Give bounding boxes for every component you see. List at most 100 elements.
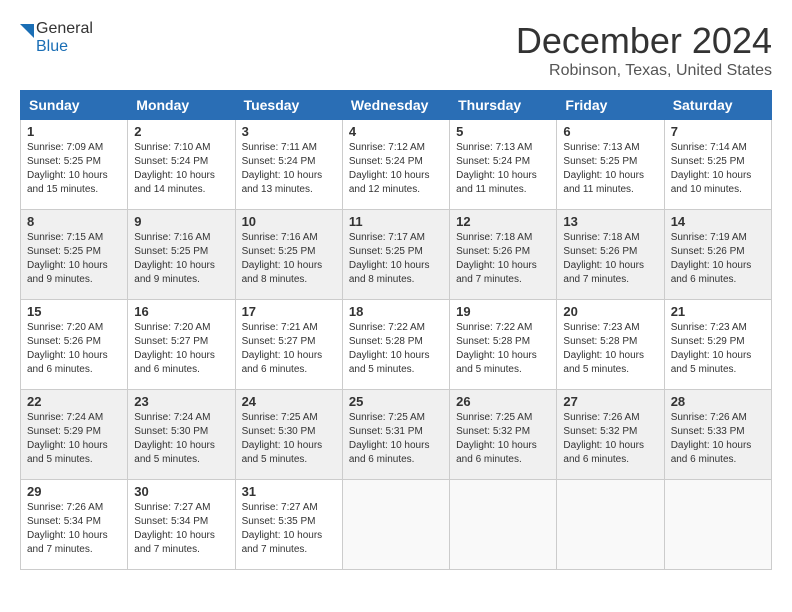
day-info: Sunrise: 7:14 AM Sunset: 5:25 PM Dayligh… <box>671 141 765 197</box>
calendar-day-23: 23 Sunrise: 7:24 AM Sunset: 5:30 PM Dayli… <box>128 390 235 480</box>
calendar-day-3: 3 Sunrise: 7:11 AM Sunset: 5:24 PM Daylig… <box>235 120 342 210</box>
calendar-day-12: 12 Sunrise: 7:18 AM Sunset: 5:26 PM Dayli… <box>450 210 557 300</box>
day-header-thursday: Thursday <box>450 91 557 120</box>
day-info: Sunrise: 7:16 AM Sunset: 5:25 PM Dayligh… <box>242 231 336 287</box>
calendar-day-4: 4 Sunrise: 7:12 AM Sunset: 5:24 PM Daylig… <box>342 120 449 210</box>
page-header: GeneralBlue December 2024 Robinson, Texa… <box>20 20 772 80</box>
day-number: 18 <box>349 304 443 319</box>
day-number: 25 <box>349 394 443 409</box>
day-header-friday: Friday <box>557 91 664 120</box>
day-number: 21 <box>671 304 765 319</box>
calendar-day-6: 6 Sunrise: 7:13 AM Sunset: 5:25 PM Daylig… <box>557 120 664 210</box>
day-info: Sunrise: 7:12 AM Sunset: 5:24 PM Dayligh… <box>349 141 443 197</box>
day-number: 30 <box>134 484 228 499</box>
day-header-saturday: Saturday <box>664 91 771 120</box>
day-info: Sunrise: 7:13 AM Sunset: 5:25 PM Dayligh… <box>563 141 657 197</box>
day-number: 8 <box>27 214 121 229</box>
day-number: 12 <box>456 214 550 229</box>
day-info: Sunrise: 7:24 AM Sunset: 5:29 PM Dayligh… <box>27 411 121 467</box>
day-info: Sunrise: 7:25 AM Sunset: 5:31 PM Dayligh… <box>349 411 443 467</box>
day-number: 20 <box>563 304 657 319</box>
title-section: December 2024 Robinson, Texas, United St… <box>516 20 772 80</box>
calendar-day-18: 18Sunrise: 7:22 AM Sunset: 5:28 PM Dayli… <box>342 300 449 390</box>
day-header-wednesday: Wednesday <box>342 91 449 120</box>
calendar-day-10: 10 Sunrise: 7:16 AM Sunset: 5:25 PM Dayli… <box>235 210 342 300</box>
day-info: Sunrise: 7:17 AM Sunset: 5:25 PM Dayligh… <box>349 231 443 287</box>
day-number: 13 <box>563 214 657 229</box>
day-header-tuesday: Tuesday <box>235 91 342 120</box>
day-info: Sunrise: 7:20 AM Sunset: 5:27 PM Dayligh… <box>134 321 228 377</box>
calendar-day-8: 8Sunrise: 7:15 AM Sunset: 5:25 PM Daylig… <box>21 210 128 300</box>
day-header-monday: Monday <box>128 91 235 120</box>
day-info: Sunrise: 7:26 AM Sunset: 5:32 PM Dayligh… <box>563 411 657 467</box>
day-number: 7 <box>671 124 765 139</box>
calendar-day-empty <box>450 480 557 570</box>
day-info: Sunrise: 7:23 AM Sunset: 5:28 PM Dayligh… <box>563 321 657 377</box>
calendar-day-15: 15 Sunrise: 7:20 AM Sunset: 5:26 PM Dayli… <box>21 300 128 390</box>
calendar-day-2: 2Sunrise: 7:10 AM Sunset: 5:24 PM Daylig… <box>128 120 235 210</box>
day-number: 26 <box>456 394 550 409</box>
day-header-sunday: Sunday <box>21 91 128 120</box>
calendar-day-30: 30 Sunrise: 7:27 AM Sunset: 5:34 PM Dayli… <box>128 480 235 570</box>
day-number: 3 <box>242 124 336 139</box>
calendar-day-21: 21Sunrise: 7:23 AM Sunset: 5:29 PM Dayli… <box>664 300 771 390</box>
calendar-day-24: 24Sunrise: 7:25 AM Sunset: 5:30 PM Dayli… <box>235 390 342 480</box>
calendar-day-27: 27 Sunrise: 7:26 AM Sunset: 5:32 PM Dayli… <box>557 390 664 480</box>
calendar-day-22: 22Sunrise: 7:24 AM Sunset: 5:29 PM Dayli… <box>21 390 128 480</box>
logo-blue-text: Blue <box>36 38 93 56</box>
calendar-week-row: 22Sunrise: 7:24 AM Sunset: 5:29 PM Dayli… <box>21 390 772 480</box>
day-info: Sunrise: 7:09 AM Sunset: 5:25 PM Dayligh… <box>27 141 121 197</box>
calendar-day-11: 11 Sunrise: 7:17 AM Sunset: 5:25 PM Dayli… <box>342 210 449 300</box>
day-info: Sunrise: 7:26 AM Sunset: 5:34 PM Dayligh… <box>27 501 121 557</box>
calendar-day-empty <box>342 480 449 570</box>
day-number: 4 <box>349 124 443 139</box>
day-number: 28 <box>671 394 765 409</box>
logo: GeneralBlue <box>20 20 93 56</box>
day-number: 2 <box>134 124 228 139</box>
day-number: 24 <box>242 394 336 409</box>
calendar-day-13: 13 Sunrise: 7:18 AM Sunset: 5:26 PM Dayli… <box>557 210 664 300</box>
calendar-day-14: 14 Sunrise: 7:19 AM Sunset: 5:26 PM Dayli… <box>664 210 771 300</box>
day-number: 17 <box>242 304 336 319</box>
day-number: 9 <box>134 214 228 229</box>
day-number: 11 <box>349 214 443 229</box>
location-title: Robinson, Texas, United States <box>516 62 772 80</box>
day-info: Sunrise: 7:19 AM Sunset: 5:26 PM Dayligh… <box>671 231 765 287</box>
calendar-day-17: 17 Sunrise: 7:21 AM Sunset: 5:27 PM Dayli… <box>235 300 342 390</box>
calendar-day-1: 1 Sunrise: 7:09 AM Sunset: 5:25 PM Daylig… <box>21 120 128 210</box>
day-number: 27 <box>563 394 657 409</box>
day-info: Sunrise: 7:21 AM Sunset: 5:27 PM Dayligh… <box>242 321 336 377</box>
calendar-week-row: 8Sunrise: 7:15 AM Sunset: 5:25 PM Daylig… <box>21 210 772 300</box>
day-info: Sunrise: 7:18 AM Sunset: 5:26 PM Dayligh… <box>456 231 550 287</box>
calendar-week-row: 15 Sunrise: 7:20 AM Sunset: 5:26 PM Dayli… <box>21 300 772 390</box>
calendar-day-20: 20 Sunrise: 7:23 AM Sunset: 5:28 PM Dayli… <box>557 300 664 390</box>
day-info: Sunrise: 7:24 AM Sunset: 5:30 PM Dayligh… <box>134 411 228 467</box>
day-number: 1 <box>27 124 121 139</box>
day-number: 16 <box>134 304 228 319</box>
day-number: 6 <box>563 124 657 139</box>
day-number: 10 <box>242 214 336 229</box>
day-info: Sunrise: 7:16 AM Sunset: 5:25 PM Dayligh… <box>134 231 228 287</box>
calendar-day-25: 25 Sunrise: 7:25 AM Sunset: 5:31 PM Dayli… <box>342 390 449 480</box>
day-info: Sunrise: 7:27 AM Sunset: 5:34 PM Dayligh… <box>134 501 228 557</box>
calendar-table: SundayMondayTuesdayWednesdayThursdayFrid… <box>20 90 772 570</box>
calendar-day-19: 19Sunrise: 7:22 AM Sunset: 5:28 PM Dayli… <box>450 300 557 390</box>
calendar-day-empty <box>557 480 664 570</box>
calendar-day-5: 5Sunrise: 7:13 AM Sunset: 5:24 PM Daylig… <box>450 120 557 210</box>
logo-general-text: General <box>36 20 93 37</box>
day-info: Sunrise: 7:25 AM Sunset: 5:32 PM Dayligh… <box>456 411 550 467</box>
day-number: 29 <box>27 484 121 499</box>
day-number: 14 <box>671 214 765 229</box>
day-info: Sunrise: 7:13 AM Sunset: 5:24 PM Dayligh… <box>456 141 550 197</box>
calendar-day-29: 29 Sunrise: 7:26 AM Sunset: 5:34 PM Dayli… <box>21 480 128 570</box>
day-info: Sunrise: 7:18 AM Sunset: 5:26 PM Dayligh… <box>563 231 657 287</box>
day-info: Sunrise: 7:11 AM Sunset: 5:24 PM Dayligh… <box>242 141 336 197</box>
day-number: 15 <box>27 304 121 319</box>
day-info: Sunrise: 7:20 AM Sunset: 5:26 PM Dayligh… <box>27 321 121 377</box>
day-number: 23 <box>134 394 228 409</box>
day-info: Sunrise: 7:27 AM Sunset: 5:35 PM Dayligh… <box>242 501 336 557</box>
calendar-day-28: 28Sunrise: 7:26 AM Sunset: 5:33 PM Dayli… <box>664 390 771 480</box>
calendar-day-9: 9 Sunrise: 7:16 AM Sunset: 5:25 PM Daylig… <box>128 210 235 300</box>
calendar-day-7: 7 Sunrise: 7:14 AM Sunset: 5:25 PM Daylig… <box>664 120 771 210</box>
calendar-day-16: 16 Sunrise: 7:20 AM Sunset: 5:27 PM Dayli… <box>128 300 235 390</box>
